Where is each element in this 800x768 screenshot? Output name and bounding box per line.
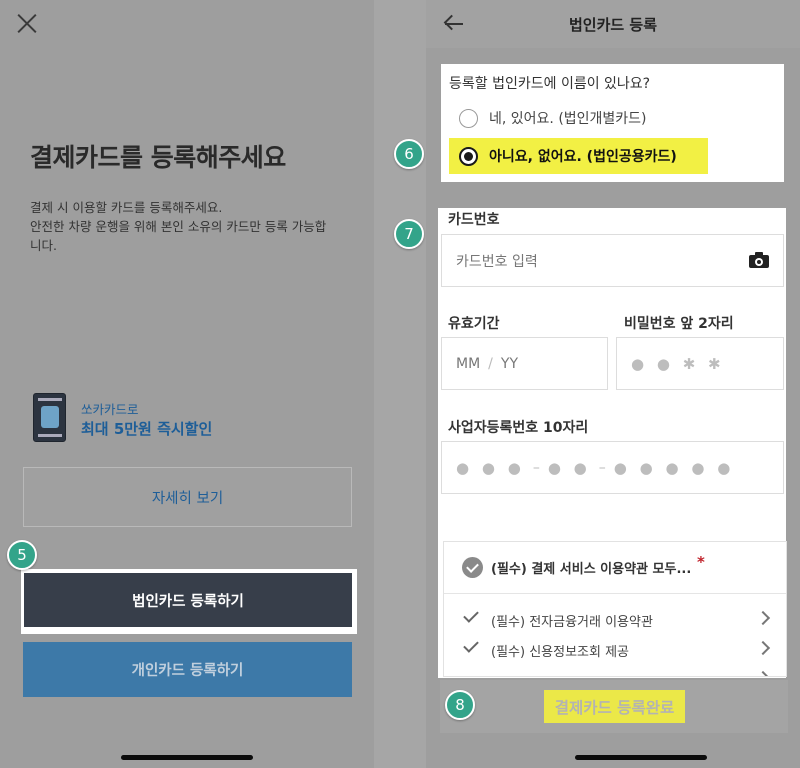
business-dash: –	[598, 459, 606, 476]
page-description: 결제 시 이용할 카드를 등록해주세요. 안전한 차량 운행을 위해 본인 소유…	[30, 198, 350, 255]
home-indicator	[575, 755, 707, 760]
expiry-month-placeholder: MM	[456, 355, 481, 372]
promo-title: 최대 5만원 즉시할인	[81, 420, 213, 438]
expiry-input[interactable]: MM / YY	[441, 337, 608, 390]
card-number-label: 카드번호	[448, 212, 500, 228]
expiry-label: 유효기간	[448, 316, 500, 332]
option-shared-card[interactable]: 아니요, 없어요. (법인공용카드)	[449, 138, 708, 174]
card-number-placeholder: 카드번호 입력	[456, 253, 538, 270]
promo-subtitle: 쏘카카드로	[81, 402, 139, 417]
socar-card-icon	[33, 393, 66, 442]
chevron-right-icon[interactable]	[755, 640, 771, 656]
business-dash: –	[532, 459, 540, 476]
chevron-right-icon[interactable]	[755, 610, 771, 626]
description-line: 니다.	[30, 238, 57, 253]
chevron-right-icon	[755, 670, 771, 676]
term-row-credit-info[interactable]: (필수) 신용정보조회 제공	[444, 637, 786, 661]
option-label: 아니요, 없어요. (법인공용카드)	[489, 149, 677, 165]
step-badge-5: 5	[7, 540, 37, 570]
card-type-question: 등록할 법인카드에 이름이 있나요?	[449, 76, 651, 92]
radio-selected-icon[interactable]	[459, 146, 478, 166]
corporate-button-highlight: 법인카드 등록하기	[21, 569, 357, 634]
terms-all-label[interactable]: (필수) 결제 서비스 이용약관 모두...	[491, 558, 691, 577]
complete-registration-button[interactable]: 결제카드 등록완료	[544, 690, 685, 723]
right-screen: 법인카드 등록 등록할 법인카드에 이름이 있나요? 네, 있어요. (법인개별…	[426, 0, 800, 768]
card-number-input[interactable]: 카드번호 입력	[441, 234, 784, 287]
expiry-year-placeholder: YY	[500, 355, 518, 372]
business-number-input[interactable]: ● ● ● – ● ● – ● ● ● ● ●	[441, 441, 784, 494]
business-dots-group: ● ● ● ● ●	[613, 458, 735, 477]
radio-unselected-icon[interactable]	[459, 108, 478, 128]
password-input[interactable]: ● ● ✱ ✱	[616, 337, 784, 390]
expiry-slash: /	[488, 355, 493, 372]
option-label: 네, 있어요. (법인개별카드)	[489, 111, 647, 127]
business-dots-group: ● ● ●	[456, 458, 525, 477]
check-icon[interactable]	[463, 637, 479, 653]
check-icon[interactable]	[463, 607, 479, 623]
required-star: *	[697, 553, 705, 571]
description-line: 결제 시 이용할 카드를 등록해주세요.	[30, 200, 223, 215]
business-number-label: 사업자등록번호 10자리	[448, 420, 589, 436]
view-details-button[interactable]: 자세히 보기	[23, 467, 352, 527]
home-indicator	[121, 755, 253, 760]
option-named-card[interactable]: 네, 있어요. (법인개별카드)	[449, 100, 647, 136]
step-badge-6: 6	[394, 139, 424, 169]
terms-agreement-box: (필수) 결제 서비스 이용약관 모두... * (필수) 전자금융거래 이용약…	[443, 541, 787, 677]
register-personal-card-button[interactable]: 개인카드 등록하기	[23, 642, 352, 697]
term-label: (필수) 신용정보조회 제공	[491, 645, 630, 660]
check-all-icon[interactable]	[462, 557, 483, 578]
step-badge-7: 7	[394, 219, 424, 249]
register-corporate-card-button[interactable]: 법인카드 등록하기	[24, 573, 352, 627]
screen-divider	[374, 0, 426, 768]
close-icon[interactable]	[16, 12, 38, 34]
card-type-question-panel: 등록할 법인카드에 이름이 있나요? 네, 있어요. (법인개별카드) 아니요,…	[441, 64, 784, 182]
term-row-electronic-finance[interactable]: (필수) 전자금융거래 이용약관	[444, 607, 786, 631]
camera-icon[interactable]	[749, 252, 769, 268]
step-badge-8: 8	[445, 690, 475, 720]
divider	[444, 593, 786, 594]
header-title: 법인카드 등록	[568, 16, 658, 34]
header-bar: 법인카드 등록	[426, 0, 800, 48]
password-label: 비밀번호 앞 2자리	[624, 316, 734, 332]
password-placeholder: ● ● ✱ ✱	[631, 354, 725, 373]
left-screen: 결제카드를 등록해주세요 결제 시 이용할 카드를 등록해주세요. 안전한 차량…	[0, 0, 374, 768]
page-title: 결제카드를 등록해주세요	[30, 143, 286, 172]
description-line: 안전한 차량 운행을 위해 본인 소유의 카드만 등록 가능합	[30, 219, 327, 234]
term-row-partial	[444, 669, 786, 676]
bottom-action-bar: 결제카드 등록완료	[440, 680, 788, 733]
business-dots-group: ● ●	[547, 458, 591, 477]
term-label: (필수) 전자금융거래 이용약관	[491, 615, 653, 630]
